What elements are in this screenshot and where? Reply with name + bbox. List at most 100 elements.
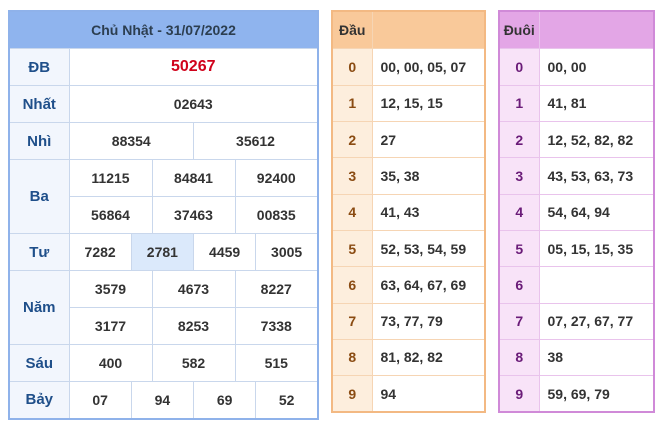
duoi-values: 59, 69, 79	[538, 375, 655, 413]
results-title: Chủ Nhật - 31/07/2022	[8, 10, 319, 49]
dau-row: 1 12, 15, 15	[331, 84, 486, 122]
sixth-prize-value: 582	[151, 344, 236, 382]
dau-values: 00, 00, 05, 07	[371, 48, 486, 86]
prize-label-nam: Năm	[8, 270, 70, 345]
duoi-row: 5 05, 15, 15, 35	[498, 229, 655, 268]
dau-key: 4	[331, 193, 373, 231]
dau-key: 9	[331, 375, 373, 413]
dau-key: 8	[331, 338, 373, 377]
duoi-key: 4	[498, 193, 540, 231]
dau-header-blank	[371, 10, 486, 50]
dau-row: 3 35, 38	[331, 157, 486, 195]
duoi-row: 3 43, 53, 63, 73	[498, 157, 655, 195]
row-ba-1: Ba 11215 84841 92400	[8, 159, 319, 234]
dau-row: 5 52, 53, 54, 59	[331, 229, 486, 268]
third-prize-value: 56864	[68, 196, 153, 234]
dau-header-row: Đầu	[331, 10, 486, 50]
fifth-prize-value: 3177	[68, 307, 153, 345]
duoi-row: 0 00, 00	[498, 48, 655, 86]
seventh-prize-value: 69	[192, 381, 257, 419]
fourth-prize-value: 3005	[255, 233, 319, 271]
duoi-values: 54, 64, 94	[538, 193, 655, 231]
third-prize-value: 00835	[234, 196, 319, 234]
duoi-key: 1	[498, 84, 540, 122]
prize-label-tu: Tư	[8, 233, 70, 271]
duoi-row: 7 07, 27, 67, 77	[498, 302, 655, 340]
third-prize-value: 92400	[234, 159, 319, 197]
dau-key: 2	[331, 120, 373, 159]
dau-key: 3	[331, 157, 373, 195]
dau-values: 52, 53, 54, 59	[371, 229, 486, 268]
duoi-key: 6	[498, 266, 540, 304]
dau-values: 94	[371, 375, 486, 413]
prize-label-sau: Sáu	[8, 344, 70, 382]
duoi-values: 00, 00	[538, 48, 655, 86]
dau-row: 6 63, 64, 67, 69	[331, 266, 486, 304]
row-db: ĐB 50267	[8, 48, 319, 86]
third-prize-value: 37463	[151, 196, 236, 234]
duoi-header: Đuôi	[498, 10, 540, 50]
duoi-key: 2	[498, 120, 540, 159]
third-prize-value: 11215	[68, 159, 153, 197]
dau-key: 5	[331, 229, 373, 268]
row-sau: Sáu 400 582 515	[8, 344, 319, 382]
duoi-header-blank	[538, 10, 655, 50]
duoi-row: 8 38	[498, 338, 655, 377]
duoi-row: 4 54, 64, 94	[498, 193, 655, 231]
dau-values: 27	[371, 120, 486, 159]
first-prize-value: 02643	[68, 85, 319, 123]
row-bay: Bảy 07 94 69 52	[8, 381, 319, 419]
row-nam-1: Năm 3579 4673 8227	[8, 270, 319, 345]
duoi-key: 5	[498, 229, 540, 268]
results-header-row: Chủ Nhật - 31/07/2022	[8, 10, 319, 49]
duoi-values: 43, 53, 63, 73	[538, 157, 655, 195]
dau-header: Đầu	[331, 10, 373, 50]
dau-row: 2 27	[331, 120, 486, 159]
duoi-key: 7	[498, 302, 540, 340]
prize-label-db: ĐB	[8, 48, 70, 86]
duoi-row: 6	[498, 266, 655, 304]
duoi-row: 1 41, 81	[498, 84, 655, 122]
dau-values: 63, 64, 67, 69	[371, 266, 486, 304]
fourth-prize-value: 4459	[192, 233, 257, 271]
seventh-prize-value: 52	[255, 381, 319, 419]
results-table: Chủ Nhật - 31/07/2022 ĐB 50267 Nhất 0264…	[8, 10, 319, 420]
fifth-prize-value: 7338	[234, 307, 319, 345]
duoi-values: 12, 52, 82, 82	[538, 120, 655, 159]
fifth-prize-value: 4673	[151, 270, 236, 308]
prize-label-nhat: Nhất	[8, 85, 70, 123]
duoi-values: 07, 27, 67, 77	[538, 302, 655, 340]
duoi-values	[538, 266, 655, 304]
fourth-prize-value: 7282	[68, 233, 132, 271]
dau-row: 0 00, 00, 05, 07	[331, 48, 486, 86]
sixth-prize-value: 515	[234, 344, 319, 382]
dau-row: 8 81, 82, 82	[331, 338, 486, 377]
second-prize-value: 88354	[68, 122, 194, 160]
dau-values: 73, 77, 79	[371, 302, 486, 340]
duoi-values: 38	[538, 338, 655, 377]
dau-key: 1	[331, 84, 373, 122]
duoi-key: 9	[498, 375, 540, 413]
duoi-key: 3	[498, 157, 540, 195]
sixth-prize-value: 400	[68, 344, 153, 382]
duoi-row: 2 12, 52, 82, 82	[498, 120, 655, 159]
duoi-key: 0	[498, 48, 540, 86]
dau-values: 35, 38	[371, 157, 486, 195]
duoi-values: 41, 81	[538, 84, 655, 122]
duoi-header-row: Đuôi	[498, 10, 655, 50]
prize-label-bay: Bảy	[8, 381, 70, 419]
dau-row: 7 73, 77, 79	[331, 302, 486, 340]
dau-values: 81, 82, 82	[371, 338, 486, 377]
row-nhat: Nhất 02643	[8, 85, 319, 123]
fifth-prize-value: 8227	[234, 270, 319, 308]
prize-label-ba: Ba	[8, 159, 70, 234]
dau-values: 41, 43	[371, 193, 486, 231]
seventh-prize-value: 07	[68, 381, 132, 419]
fifth-prize-value: 8253	[151, 307, 236, 345]
prize-label-nhi: Nhì	[8, 122, 70, 160]
row-tu: Tư 7282 2781 4459 3005	[8, 233, 319, 271]
dau-key: 6	[331, 266, 373, 304]
third-prize-value: 84841	[151, 159, 236, 197]
dau-table: Đầu 0 00, 00, 05, 07 1 12, 15, 15 2 27 3 35,…	[331, 10, 486, 413]
fifth-prize-value: 3579	[68, 270, 153, 308]
